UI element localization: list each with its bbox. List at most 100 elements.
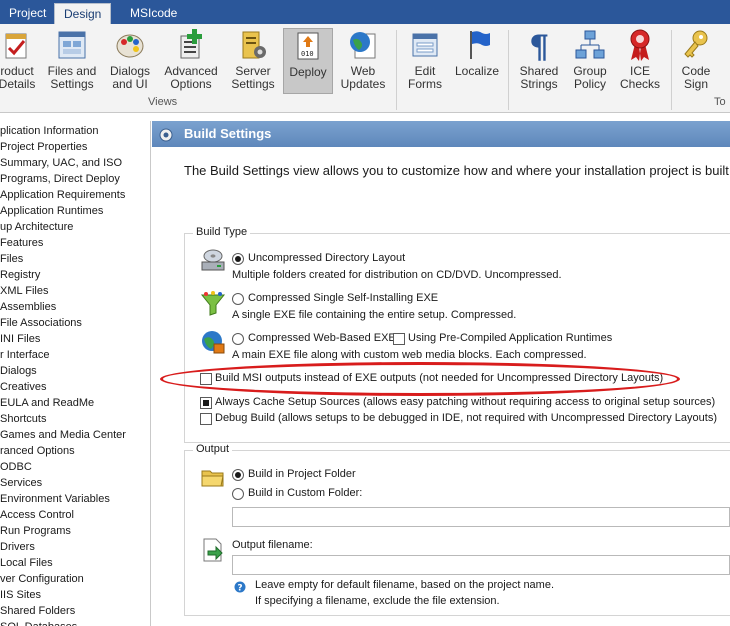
- output-hint-line1: Leave empty for default filename, based …: [255, 579, 555, 591]
- funnel-icon: [200, 291, 226, 317]
- tree-item[interactable]: INI Files: [0, 331, 40, 347]
- ribbon-separator: [508, 30, 509, 110]
- uncompressed-layout-radio[interactable]: [232, 253, 244, 265]
- edit-forms-label: Edit Forms: [408, 64, 442, 91]
- tab-msicode[interactable]: MSIcode: [121, 3, 186, 24]
- build-msi-outputs-label[interactable]: Build MSI outputs instead of EXE outputs…: [215, 372, 663, 384]
- single-exe-desc: A single EXE file containing the entire …: [232, 309, 517, 321]
- product-details-button[interactable]: roduct Details: [0, 28, 42, 96]
- advanced-options-label: Advanced Options: [164, 64, 218, 91]
- deploy-label: Deploy: [289, 65, 327, 79]
- tree-item[interactable]: Application Runtimes: [0, 203, 103, 219]
- tree-item[interactable]: IIS Sites: [0, 587, 41, 603]
- tree-item[interactable]: Dialogs: [0, 363, 37, 379]
- output-file-icon: [200, 537, 226, 563]
- globe-icon: [200, 329, 226, 355]
- tree-item[interactable]: ODBC: [0, 459, 32, 475]
- tree-item[interactable]: Local Files: [0, 555, 53, 571]
- tree-item[interactable]: plication Information: [0, 123, 98, 139]
- deploy-icon: 010: [292, 29, 324, 63]
- ribbon-separator: [671, 30, 672, 110]
- build-settings-panel: Build Settings The Build Settings view a…: [152, 121, 730, 626]
- files-and-settings-button[interactable]: Files and Settings: [44, 28, 100, 96]
- tree-item[interactable]: Project Properties: [0, 139, 87, 155]
- tree-item[interactable]: Access Control: [0, 507, 74, 523]
- ribbon-group-tools-label: To: [714, 96, 726, 108]
- build-in-custom-folder-radio[interactable]: [232, 488, 244, 500]
- tree-item[interactable]: EULA and ReadMe: [0, 395, 94, 411]
- tree-item[interactable]: Registry: [0, 267, 40, 283]
- tree-item[interactable]: File Associations: [0, 315, 82, 331]
- tree-item[interactable]: Services: [0, 475, 42, 491]
- build-in-custom-folder-label[interactable]: Build in Custom Folder:: [248, 487, 362, 499]
- tree-item[interactable]: Application Requirements: [0, 187, 125, 203]
- help-icon: ?: [234, 581, 246, 594]
- tree-item[interactable]: Features: [0, 235, 43, 251]
- tree-item[interactable]: r Interface: [0, 347, 50, 363]
- output-filename-input[interactable]: [232, 555, 730, 575]
- debug-build-label[interactable]: Debug Build (allows setups to be debugge…: [215, 412, 717, 424]
- tree-item[interactable]: Creatives: [0, 379, 46, 395]
- ice-checks-button[interactable]: ICE Checks: [616, 28, 664, 96]
- ice-checks-label: ICE Checks: [619, 64, 660, 91]
- advanced-options-button[interactable]: Advanced Options: [160, 28, 222, 96]
- tab-project[interactable]: Project: [0, 3, 55, 24]
- svg-text:?: ?: [237, 584, 242, 594]
- web-based-exe-label[interactable]: Compressed Web-Based EXE: [248, 332, 396, 344]
- intro-text: The Build Settings view allows you to cu…: [184, 163, 729, 178]
- server-settings-button[interactable]: Server Settings: [226, 28, 280, 96]
- tree-item[interactable]: Games and Media Center: [0, 427, 126, 443]
- tree-item[interactable]: Summary, UAC, and ISO: [0, 155, 122, 171]
- code-sign-button[interactable]: Code Sign: [674, 28, 718, 96]
- ribbon: roduct Details Files and Settings Dialog…: [0, 24, 730, 113]
- flag-icon: [461, 28, 493, 62]
- uncompressed-layout-label[interactable]: Uncompressed Directory Layout: [248, 252, 405, 264]
- uncompressed-layout-desc: Multiple folders created for distributio…: [232, 269, 562, 281]
- always-cache-sources-checkbox[interactable]: [200, 397, 212, 409]
- web-updates-button[interactable]: Web Updates: [338, 28, 388, 96]
- pilcrow-icon: ¶: [523, 28, 555, 66]
- edit-forms-button[interactable]: Edit Forms: [402, 28, 448, 96]
- group-policy-label: Group Policy: [573, 64, 607, 91]
- single-exe-radio[interactable]: [232, 293, 244, 305]
- tree-item[interactable]: Shortcuts: [0, 411, 46, 427]
- project-tree[interactable]: plication Information Project Properties S…: [0, 121, 151, 626]
- tree-item[interactable]: Drivers: [0, 539, 35, 555]
- panel-title: Build Settings: [184, 126, 272, 141]
- tree-item[interactable]: SQL Databases: [0, 619, 77, 626]
- custom-folder-input[interactable]: [232, 507, 730, 527]
- files-settings-label: Files and Settings: [47, 64, 97, 91]
- product-details-label: roduct Details: [0, 64, 36, 91]
- shared-strings-label: Shared Strings: [519, 64, 559, 91]
- build-in-project-folder-radio[interactable]: [232, 469, 244, 481]
- deploy-button[interactable]: 010 Deploy: [283, 28, 333, 94]
- web-based-exe-radio[interactable]: [232, 333, 244, 345]
- precompiled-runtimes-checkbox[interactable]: [393, 333, 405, 345]
- ribbon-tab-bar: Project Design MSIcode: [0, 0, 730, 24]
- shared-strings-button[interactable]: ¶ Shared Strings: [514, 28, 564, 96]
- localize-button[interactable]: Localize: [453, 28, 501, 96]
- server-settings-label: Server Settings: [231, 64, 275, 91]
- tree-item[interactable]: Programs, Direct Deploy: [0, 171, 120, 187]
- tree-item[interactable]: Assemblies: [0, 299, 56, 315]
- dialogs-and-ui-button[interactable]: Dialogs and UI: [104, 28, 156, 96]
- precompiled-runtimes-label[interactable]: Using Pre-Compiled Application Runtimes: [408, 332, 612, 344]
- always-cache-sources-label[interactable]: Always Cache Setup Sources (allows easy …: [215, 396, 715, 408]
- debug-build-checkbox[interactable]: [200, 413, 212, 425]
- tree-item[interactable]: ver Configuration: [0, 571, 84, 587]
- tab-design[interactable]: Design: [54, 3, 112, 24]
- tree-item[interactable]: Files: [0, 251, 23, 267]
- ribbon-group-views-label: Views: [148, 96, 178, 108]
- tree-item[interactable]: Shared Folders: [0, 603, 75, 619]
- panel-header: Build Settings: [152, 121, 730, 147]
- tree-item[interactable]: Environment Variables: [0, 491, 110, 507]
- web-based-exe-desc: A main EXE file along with custom web me…: [232, 349, 587, 361]
- single-exe-label[interactable]: Compressed Single Self-Installing EXE: [248, 292, 438, 304]
- tree-item[interactable]: Run Programs: [0, 523, 71, 539]
- build-msi-outputs-checkbox[interactable]: [200, 373, 212, 385]
- tree-item[interactable]: XML Files: [0, 283, 49, 299]
- build-in-project-folder-label[interactable]: Build in Project Folder: [248, 468, 356, 480]
- group-policy-button[interactable]: Group Policy: [566, 28, 614, 96]
- tree-item[interactable]: up Architecture: [0, 219, 73, 235]
- tree-item[interactable]: ranced Options: [0, 443, 75, 459]
